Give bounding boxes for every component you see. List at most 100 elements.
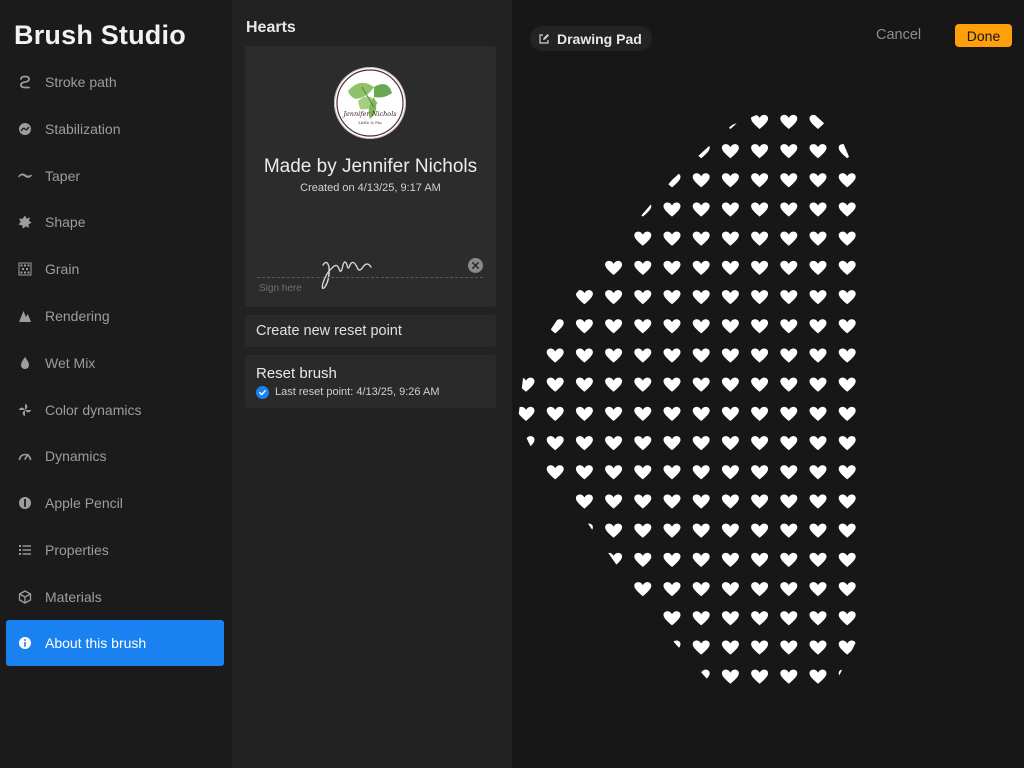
heart-mark <box>809 582 827 597</box>
sidebar-item-label: About this brush <box>45 635 147 651</box>
heart-mark <box>518 114 535 129</box>
heart-mark <box>809 436 827 451</box>
sidebar: Brush Studio Stroke path Stabilization T… <box>0 0 232 768</box>
heart-mark <box>575 231 593 246</box>
heart-mark <box>518 231 535 246</box>
cancel-button[interactable]: Cancel <box>876 27 921 43</box>
heart-mark <box>575 144 593 159</box>
sidebar-item-color-dynamics[interactable]: Color dynamics <box>6 387 224 433</box>
heart-mark <box>721 436 739 451</box>
sidebar-item-stabilization[interactable]: Stabilization <box>6 106 224 152</box>
heart-mark <box>663 114 681 129</box>
heart-mark <box>605 202 623 217</box>
heart-mark <box>809 406 827 421</box>
heart-mark <box>838 465 856 480</box>
heart-mark <box>575 114 593 129</box>
sidebar-item-taper[interactable]: Taper <box>6 153 224 199</box>
heart-mark <box>838 114 856 129</box>
heart-mark <box>605 144 623 159</box>
sidebar-item-properties[interactable]: Properties <box>6 527 224 573</box>
heart-mark <box>721 202 739 217</box>
done-button[interactable]: Done <box>955 24 1012 47</box>
sidebar-item-about-this-brush[interactable]: About this brush <box>6 620 224 666</box>
heart-mark <box>634 144 652 159</box>
heart-mark <box>721 582 739 597</box>
heart-mark <box>780 173 798 188</box>
maker-logo: Jennifer Nichols Little & Pin <box>334 67 406 139</box>
heart-mark <box>546 640 564 655</box>
apple-pencil-icon <box>18 496 32 510</box>
heart-mark <box>663 611 681 626</box>
heart-mark <box>721 260 739 275</box>
heart-mark <box>692 582 710 597</box>
clear-signature-button[interactable] <box>468 258 483 273</box>
sidebar-item-apple-pencil[interactable]: Apple Pencil <box>6 480 224 526</box>
heart-mark <box>692 260 710 275</box>
heart-mark <box>692 231 710 246</box>
heart-mark <box>546 465 564 480</box>
heart-mark <box>692 173 710 188</box>
heart-mark <box>663 260 681 275</box>
heart-mark <box>751 436 769 451</box>
dynamics-icon <box>18 449 32 463</box>
sidebar-item-wet-mix[interactable]: Wet Mix <box>6 340 224 386</box>
heart-mark <box>780 114 798 129</box>
heart-mark <box>546 436 564 451</box>
heart-mark <box>634 582 652 597</box>
heart-mark <box>721 290 739 305</box>
properties-icon <box>18 543 32 557</box>
sign-here-label: Sign here <box>259 283 302 294</box>
heart-mark <box>605 436 623 451</box>
sidebar-item-shape[interactable]: Shape <box>6 199 224 245</box>
heart-mark <box>605 582 623 597</box>
heart-mark <box>692 523 710 538</box>
heart-mark <box>634 231 652 246</box>
heart-mark <box>663 377 681 392</box>
heart-mark <box>838 582 856 597</box>
heart-mark <box>838 319 856 334</box>
heart-mark <box>809 319 827 334</box>
drawing-canvas[interactable] <box>512 0 1024 768</box>
heart-mark <box>575 202 593 217</box>
heart-mark <box>518 465 535 480</box>
heart-mark <box>780 494 798 509</box>
heart-mark <box>518 494 535 509</box>
heart-mark <box>692 640 710 655</box>
heart-mark <box>838 552 856 567</box>
sidebar-item-rendering[interactable]: Rendering <box>6 293 224 339</box>
heart-mark <box>838 202 856 217</box>
sidebar-item-grain[interactable]: Grain <box>6 246 224 292</box>
signature-line <box>257 277 483 278</box>
heart-mark <box>663 436 681 451</box>
heart-mark <box>518 202 535 217</box>
reset-brush-button[interactable]: Reset brush Last reset point: 4/13/25, 9… <box>245 355 496 408</box>
heart-mark <box>575 494 593 509</box>
heart-mark <box>780 465 798 480</box>
heart-mark <box>663 231 681 246</box>
heart-mark <box>809 290 827 305</box>
heart-mark <box>751 173 769 188</box>
heart-mark <box>692 669 710 684</box>
heart-mark <box>721 231 739 246</box>
drawing-pad[interactable]: Drawing Pad Cancel Done <box>512 0 1024 768</box>
heart-mark <box>838 406 856 421</box>
sidebar-item-materials[interactable]: Materials <box>6 574 224 620</box>
heart-mark <box>575 436 593 451</box>
heart-mark <box>751 465 769 480</box>
heart-mark <box>575 582 593 597</box>
heart-mark <box>663 465 681 480</box>
heart-mark <box>780 348 798 363</box>
heart-mark <box>838 173 856 188</box>
heart-mark <box>721 319 739 334</box>
sidebar-item-dynamics[interactable]: Dynamics <box>6 433 224 479</box>
create-reset-point-button[interactable]: Create new reset point <box>245 315 496 347</box>
heart-mark <box>721 465 739 480</box>
heart-mark <box>546 669 564 684</box>
signature[interactable] <box>317 251 387 291</box>
sidebar-item-stroke-path[interactable]: Stroke path <box>6 59 224 105</box>
reset-brush-label: Reset brush <box>256 365 337 382</box>
heart-mark <box>809 348 827 363</box>
heart-mark <box>546 260 564 275</box>
heart-mark <box>518 640 535 655</box>
heart-mark <box>663 348 681 363</box>
